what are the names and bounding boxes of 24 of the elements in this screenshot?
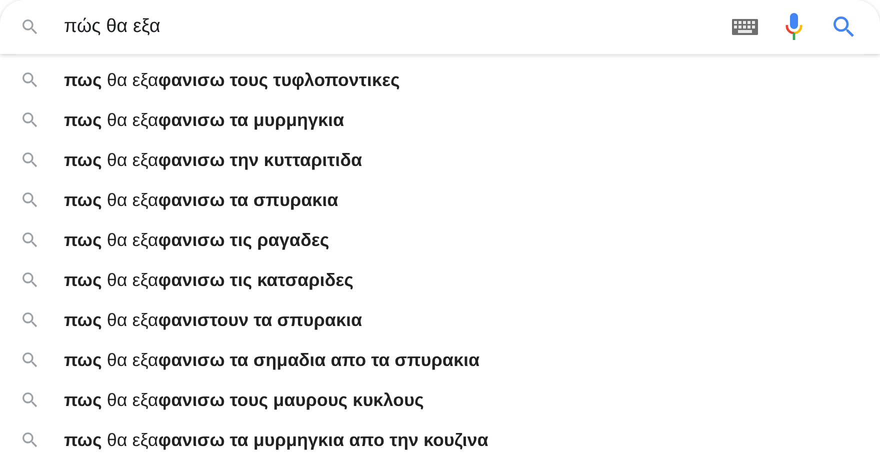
suggestion-item[interactable]: πως θα εξαφανισω την κυτταριτιδα [64,146,362,174]
search-icon [20,270,40,290]
keyboard-icon[interactable] [732,19,758,35]
suggestion-item[interactable]: πως θα εξαφανισω τα σπυρακια [64,186,338,214]
suggestion-item[interactable]: πως θα εξαφανισω τις κατσαριδες [64,266,354,294]
suggestion-item[interactable]: πως θα εξαφανιστουν τα σπυρακια [64,306,362,334]
microphone-icon[interactable] [784,12,804,42]
search-icon [20,110,40,130]
search-icon [20,390,40,410]
suggestion-item[interactable]: πως θα εξαφανισω τους τυφλοποντικες [64,66,400,94]
search-icon [20,230,40,250]
suggestion-item[interactable]: πως θα εξαφανισω τις ραγαδες [64,226,330,254]
suggestion-item[interactable]: πως θα εξαφανισω τα μυρμηγκια απο την κουζινα [64,426,488,454]
suggestion-item[interactable]: πως θα εξαφανισω τα μυρμηγκια [64,106,344,134]
search-icon [20,150,40,170]
search-icon [20,350,40,370]
search-icon [20,70,40,90]
search-field[interactable]: πώς θα εξα [64,12,732,42]
search-icon [20,17,40,37]
search-icon [20,430,40,450]
suggestion-item[interactable]: πως θα εξαφανισω τα σημαδια απο τα σπυρακια [64,346,480,374]
suggestion-item[interactable]: πως θα εξαφανισω τους μαυρους κυκλους [64,386,424,414]
search-icon [20,310,40,330]
search-icon [20,190,40,210]
